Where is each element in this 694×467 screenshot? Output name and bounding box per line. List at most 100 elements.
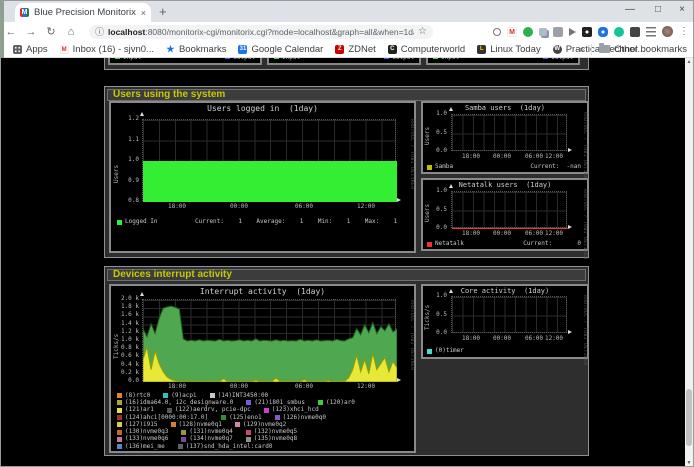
output-legend-swatch <box>225 58 230 59</box>
rrd-watermark: RRDTOOL / TOBI OETIKER <box>409 300 414 371</box>
graph-interrupt-activity[interactable]: Interrupt activity (1day) RRDTOOL / TOBI… <box>109 284 416 453</box>
browser-tab[interactable]: M Blue Precision Monitorix × <box>15 3 151 22</box>
y-tick: 1.8 k <box>117 304 139 310</box>
legend-swatch <box>178 444 183 449</box>
copy-pages-extension-icon[interactable] <box>539 28 547 36</box>
graph-core-activity[interactable]: Core activity (1day) RRDTOOL / TOBI OETI… <box>421 284 589 359</box>
network-graph-partial[interactable]: Input Output <box>108 58 262 65</box>
bookmark-label: Inbox (16) - sjvn0... <box>73 44 154 55</box>
interrupt-legend-item: (120)ar0 <box>318 400 355 406</box>
address-bar[interactable]: ⓘ localhost :8080/monitorix-cgi/monitori… <box>89 25 433 39</box>
legend-label: (8)rtc0 <box>125 393 150 399</box>
y-tick: 0.6 k <box>117 353 139 359</box>
output-legend-label: Output <box>392 58 414 61</box>
graph-users-logged-in[interactable]: Users logged in (1day) RRDTOOL / TOBI OE… <box>109 101 416 253</box>
window-close-button[interactable]: × <box>679 4 685 15</box>
y-tick: 0.0 <box>429 330 447 336</box>
legend-label: (124)ahci[0000:00:17.0] <box>125 415 208 421</box>
legend-swatch <box>117 430 122 435</box>
green-extension-icon[interactable] <box>523 27 533 37</box>
graph-legend: (0)timer <box>427 348 464 354</box>
netatalk-chart <box>452 192 568 229</box>
legend-swatch <box>427 242 432 247</box>
interrupt-legend-item: (8)rtc0 <box>117 393 150 399</box>
gmail-extension-icon[interactable]: M <box>507 27 517 37</box>
legend-swatch <box>117 400 122 405</box>
puzzle-extensions-icon[interactable] <box>630 27 640 37</box>
reload-button[interactable]: ↻ <box>41 25 61 38</box>
bookmark-bookmarks[interactable]: ★ Bookmarks <box>166 44 227 55</box>
legend-label: (9)acpi <box>171 393 196 399</box>
window-edge <box>1 1 4 58</box>
interrupt-legend-item: (132)nvme0q5 <box>246 429 297 435</box>
bookmarks-overflow-chevron[interactable]: » <box>579 44 584 55</box>
x-tick: 18:00 <box>459 336 483 342</box>
legend-swatch <box>163 393 168 398</box>
search-extension-icon[interactable] <box>493 28 501 36</box>
profile-avatar[interactable] <box>662 26 673 37</box>
bookmark-google-calendar[interactable]: 31 Google Calendar <box>238 44 323 55</box>
legend-swatch <box>235 422 240 427</box>
home-button[interactable]: ⌂ <box>61 26 81 38</box>
bookmark-inbox[interactable]: M Inbox (16) - sjvn0... <box>60 44 154 55</box>
x-tick: 12:00 <box>542 231 566 237</box>
legend-label: (121)ar1 <box>125 407 154 413</box>
tab-close-icon[interactable]: × <box>141 8 146 18</box>
graph-title: Core activity (1day) <box>423 287 587 295</box>
other-bookmarks-button[interactable]: Other bookmarks <box>614 44 687 55</box>
graph-title: Users logged in (1day) <box>111 104 414 113</box>
interrupt-legend-item: (126)nvme0q0 <box>275 415 326 421</box>
scroll-down-arrow[interactable]: ▼ <box>685 459 693 467</box>
network-graph-partial[interactable]: Input Output <box>267 58 421 65</box>
dark-square-extension-icon[interactable] <box>582 27 592 37</box>
graph-netatalk-users[interactable]: Netatalk users (1day) RRDTOOL / TOBI OET… <box>421 178 589 251</box>
legend-swatch <box>246 400 251 405</box>
playlist-extension-icon[interactable] <box>646 27 656 37</box>
scrollbar-thumb[interactable] <box>686 389 692 446</box>
input-legend-label: Input <box>441 58 459 61</box>
interrupt-legend-item: (130)nvme0q3 <box>117 429 168 435</box>
x-axis-arrow <box>397 198 401 202</box>
back-button[interactable]: ← <box>1 26 21 38</box>
legend-label: Netatalk <box>435 241 464 247</box>
page-content: Input Output Input Output Input Output U… <box>1 58 687 467</box>
forward-button[interactable]: → <box>21 26 41 38</box>
window-minimize-button[interactable]: — <box>625 4 635 15</box>
bookmarks-bar: Apps M Inbox (16) - sjvn0... ★ Bookmarks… <box>1 41 693 58</box>
y-axis-arrow <box>140 292 144 296</box>
legend-label: (126)nvme0q0 <box>283 415 326 421</box>
graph-stats: Current: -nan <box>530 164 581 170</box>
cutoff-section: Input Output Input Output Input Output <box>104 58 589 70</box>
scroll-up-arrow[interactable]: ▲ <box>685 58 693 67</box>
y-tick: 1.2 <box>117 116 139 122</box>
y-tick: 0.0 <box>429 148 447 154</box>
gray-extension-icon[interactable] <box>553 27 563 37</box>
network-graph-partial[interactable]: Input Output <box>426 58 580 65</box>
bookmark-star-icon[interactable]: ☆ <box>418 26 427 37</box>
plot-area <box>451 114 567 151</box>
bookmark-linux-today[interactable]: L Linux Today <box>477 44 541 55</box>
legend-swatch <box>117 393 122 398</box>
legend-label: (135)nvme0q8 <box>254 436 297 442</box>
legend-swatch <box>117 415 122 420</box>
page-info-icon[interactable]: ⓘ <box>95 25 104 38</box>
bookmarks-apps[interactable]: Apps <box>13 44 48 55</box>
y-tick: 0.9 <box>117 178 139 184</box>
browser-menu-kebab-icon[interactable]: ⋮ <box>679 26 689 37</box>
legend-swatch <box>181 430 186 435</box>
new-tab-button[interactable]: + <box>159 4 167 19</box>
legend-label: (130)nvme0q3 <box>125 429 168 435</box>
window-maximize-button[interactable]: □ <box>655 4 661 15</box>
speaker-extension-icon[interactable] <box>569 28 576 36</box>
graph-samba-users[interactable]: Samba users (1day) RRDTOOL / TOBI OETIKE… <box>421 101 589 174</box>
legend-label: Samba <box>435 164 453 170</box>
grammarly-extension-icon[interactable] <box>614 27 624 37</box>
page-scrollbar[interactable]: ▲ ▼ <box>685 58 693 467</box>
bookmark-zdnet[interactable]: Z ZDNet <box>335 44 375 55</box>
bookmark-computerworld[interactable]: C Computerworld <box>388 44 465 55</box>
legend-label: (131)nvme0q4 <box>189 429 232 435</box>
blue-extension-icon[interactable] <box>598 27 608 37</box>
samba-chart <box>452 115 568 152</box>
legend-label: (14)INT3450:00 <box>218 393 269 399</box>
interrupt-legend-item: (133)nvme0q6 <box>117 436 168 442</box>
